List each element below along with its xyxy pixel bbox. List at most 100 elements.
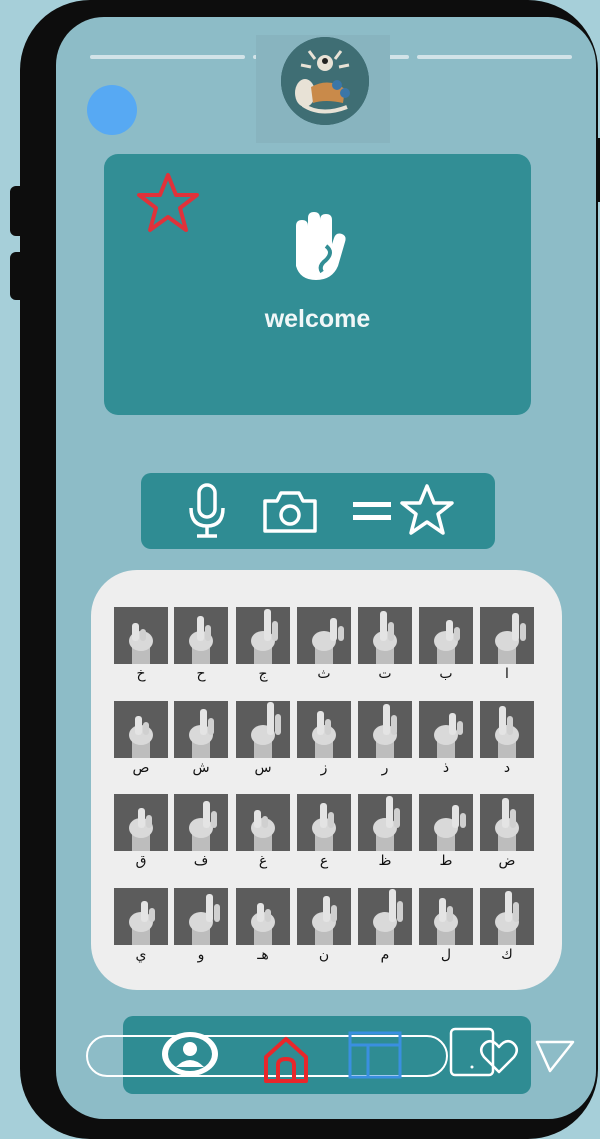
phone-frame: welcome خ ح ج ث ت ب ا ص ش س ز ر ذ د ق ف غ ع ظ ط ض ي و هـ ن م ل ك: [20, 0, 598, 1139]
sign-letter-label: ز: [320, 760, 328, 776]
sign-letter-cell[interactable]: ف: [174, 794, 228, 870]
hand-sign-image: [480, 607, 534, 664]
hand-sign-image: [358, 794, 412, 851]
layout-icon[interactable]: [348, 1031, 402, 1079]
sign-letter-label: و: [197, 947, 205, 963]
sign-letter-label: ذ: [442, 760, 450, 776]
star-icon[interactable]: [399, 482, 455, 538]
sign-letter-label: ج: [258, 666, 268, 682]
story-segment: [416, 55, 572, 59]
sign-letter-cell[interactable]: ي: [114, 888, 168, 964]
sign-letter-label: خ: [136, 666, 146, 682]
sign-letter-label: م: [380, 947, 390, 963]
hand-sign-image: [419, 794, 473, 851]
heart-icon[interactable]: [478, 1039, 520, 1075]
camera-icon[interactable]: [261, 487, 319, 535]
welcome-title: welcome: [264, 305, 371, 333]
hand-sign-image: [297, 701, 351, 758]
hand-sign-image: [236, 888, 290, 945]
sign-letter-cell[interactable]: ت: [358, 607, 412, 683]
sign-letter-cell[interactable]: ث: [297, 607, 351, 683]
sign-letter-cell[interactable]: ب: [419, 607, 473, 683]
hand-sign-image: [480, 794, 534, 851]
star-outline-icon[interactable]: [134, 170, 202, 238]
hand-sign-image: [174, 701, 228, 758]
hand-sign-image: [297, 794, 351, 851]
sign-letter-label: ق: [135, 853, 147, 869]
hand-sign-image: [236, 607, 290, 664]
sign-letter-cell[interactable]: غ: [236, 794, 290, 870]
sign-letter-cell[interactable]: ق: [114, 794, 168, 870]
sign-letter-cell[interactable]: م: [358, 888, 412, 964]
sign-letter-label: س: [254, 760, 272, 776]
microphone-icon[interactable]: [185, 482, 229, 540]
hand-sign-image: [114, 888, 168, 945]
profile-dot[interactable]: [87, 85, 137, 135]
sign-letter-label: هـ: [257, 947, 269, 963]
sign-letter-label: ا: [505, 666, 509, 682]
sign-letter-cell[interactable]: ك: [480, 888, 534, 964]
sign-letter-label: ش: [192, 760, 210, 776]
hand-sign-image: [114, 607, 168, 664]
hand-sign-image: [297, 888, 351, 945]
hand-sign-image: [114, 794, 168, 851]
avatar[interactable]: [281, 37, 369, 125]
hand-sign-image: [174, 794, 228, 851]
sign-letter-label: ص: [132, 760, 150, 776]
sign-letter-cell[interactable]: د: [480, 701, 534, 777]
hand-sign-image: [419, 701, 473, 758]
hand-sign-image: [480, 701, 534, 758]
sign-letter-cell[interactable]: و: [174, 888, 228, 964]
sign-letter-cell[interactable]: خ: [114, 607, 168, 683]
sign-letter-cell[interactable]: ذ: [419, 701, 473, 777]
sign-letter-label: ف: [193, 853, 209, 869]
sign-letter-cell[interactable]: ش: [174, 701, 228, 777]
hand-sign-image: [358, 701, 412, 758]
welcome-card: welcome: [104, 154, 531, 415]
sign-letter-label: ث: [317, 666, 331, 682]
alphabet-chart: خ ح ج ث ت ب ا ص ش س ز ر ذ د ق ف غ ع ظ ط ض ي و هـ ن م ل ك: [91, 570, 562, 990]
sign-letter-cell[interactable]: ز: [297, 701, 351, 777]
sign-letter-cell[interactable]: ص: [114, 701, 168, 777]
hand-sign-image: [480, 888, 534, 945]
sign-letter-label: ع: [319, 853, 329, 869]
hand-sign-image: [174, 607, 228, 664]
sign-letter-cell[interactable]: ض: [480, 794, 534, 870]
sign-letter-label: ب: [439, 666, 453, 682]
hand-sign-image: [358, 607, 412, 664]
sign-letter-cell[interactable]: ع: [297, 794, 351, 870]
sign-letter-label: ي: [135, 947, 147, 963]
hand-sign-image: [358, 888, 412, 945]
sign-letter-cell[interactable]: ج: [236, 607, 290, 683]
sign-letter-label: د: [503, 760, 511, 776]
hand-sign-image: [419, 888, 473, 945]
hand-sign-image: [236, 794, 290, 851]
sign-letter-label: ر: [381, 760, 389, 776]
sign-letter-label: ل: [440, 947, 452, 963]
story-segment: [90, 55, 246, 59]
sign-letter-cell[interactable]: ظ: [358, 794, 412, 870]
sign-letter-label: ن: [318, 947, 330, 963]
hand-sign-image: [174, 888, 228, 945]
sign-letter-cell[interactable]: ر: [358, 701, 412, 777]
sign-letter-cell[interactable]: ط: [419, 794, 473, 870]
sign-letter-label: ك: [501, 947, 513, 963]
sign-letter-cell[interactable]: هـ: [236, 888, 290, 964]
phone-screen: welcome خ ح ج ث ت ب ا ص ش س ز ر ذ د ق ف غ ع ظ ط ض ي و هـ ن م ل ك: [56, 17, 596, 1119]
hand-sign-icon: [296, 212, 346, 280]
equals-icon[interactable]: [351, 498, 393, 524]
sign-letter-label: ح: [196, 666, 206, 682]
sign-letter-label: ط: [439, 853, 453, 869]
sign-letter-cell[interactable]: ل: [419, 888, 473, 964]
toolbar: [141, 473, 495, 549]
hand-sign-image: [114, 701, 168, 758]
sign-letter-label: ت: [378, 666, 392, 682]
send-icon[interactable]: [535, 1039, 575, 1073]
sign-letter-label: غ: [258, 853, 268, 869]
sign-letter-cell[interactable]: ن: [297, 888, 351, 964]
sign-letter-cell[interactable]: ا: [480, 607, 534, 683]
sign-letter-cell[interactable]: س: [236, 701, 290, 777]
home-icon[interactable]: [262, 1035, 310, 1083]
person-icon[interactable]: [159, 1029, 221, 1079]
sign-letter-cell[interactable]: ح: [174, 607, 228, 683]
